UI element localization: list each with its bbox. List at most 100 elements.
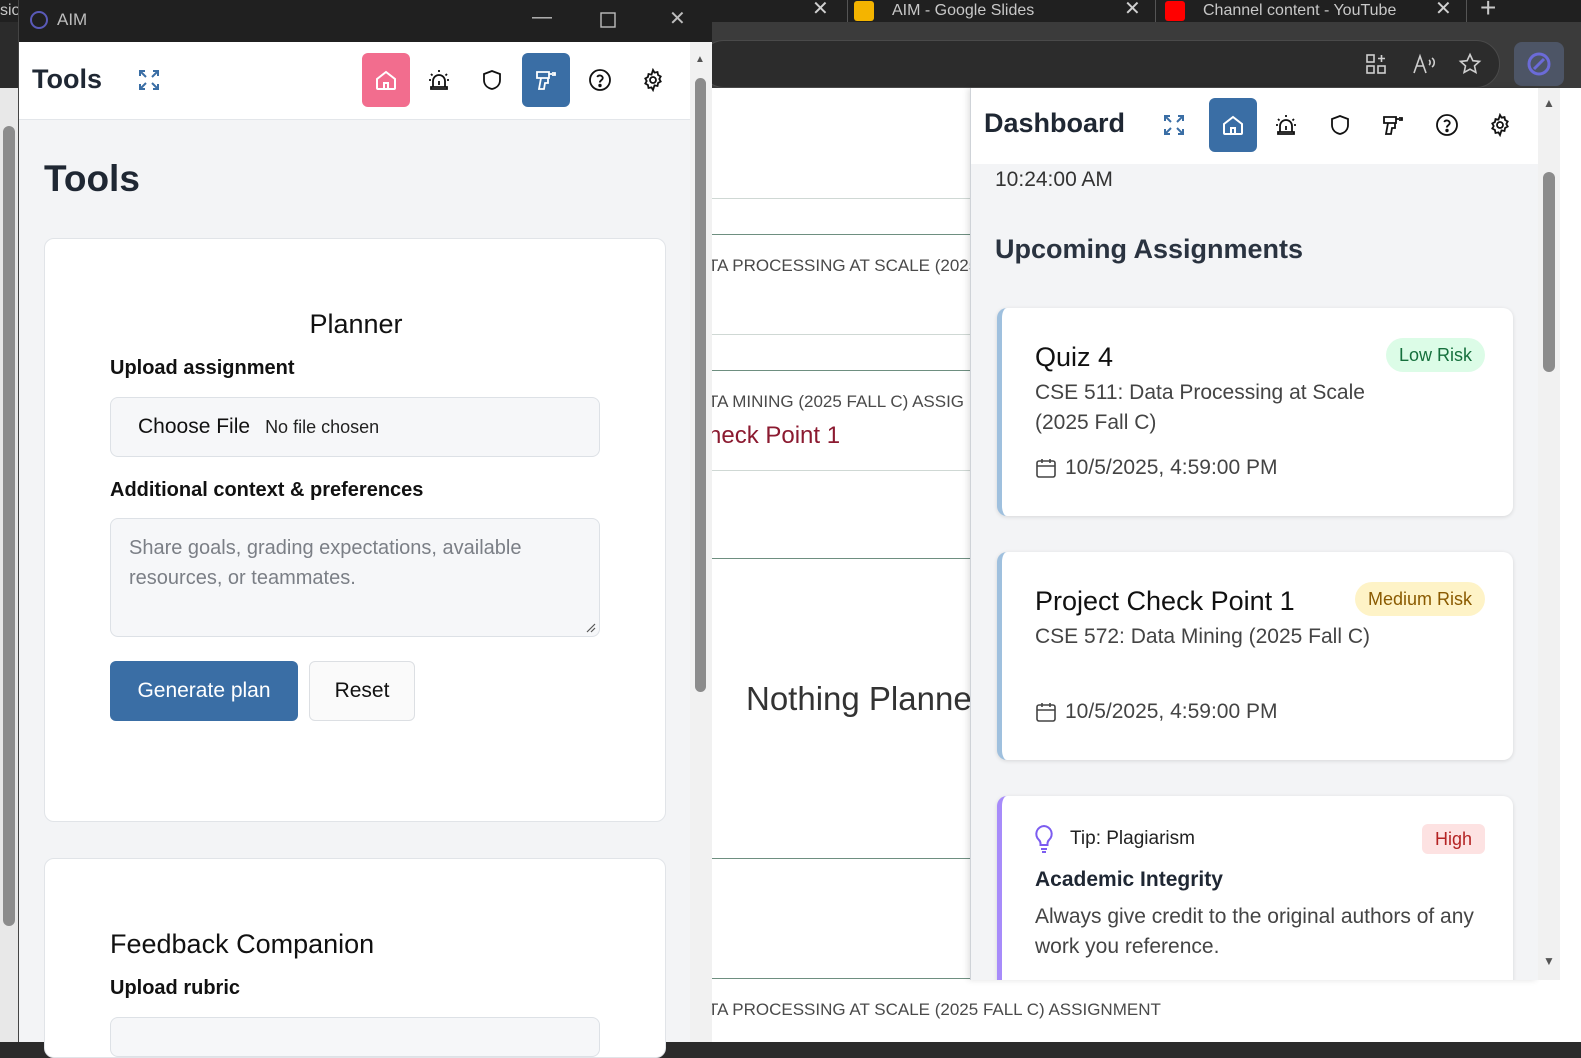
shield-icon [1331,115,1349,135]
close-icon[interactable]: ✕ [1435,0,1452,21]
planner-card: Planner Upload assignment Choose File No… [44,238,666,822]
window-titlebar[interactable]: AIM — ✕ [19,0,712,42]
home-button[interactable] [362,53,410,107]
assignment-due: 10/5/2025, 4:59:00 PM [1035,456,1278,480]
assignment-link[interactable]: heck Point 1 [708,422,840,450]
divider [700,858,970,859]
divider [700,198,970,199]
settings-button[interactable] [1476,98,1524,152]
close-icon[interactable]: ✕ [1124,0,1141,21]
tab-label: Channel content - YouTube [1203,2,1397,19]
help-button[interactable] [576,53,624,107]
address-bar-area [700,22,1581,88]
course-row-text: TA PROCESSING AT SCALE (2025 FALL C) ASS… [708,1000,1161,1019]
due-date: 10/5/2025, 4:59:00 PM [1065,456,1278,479]
tip-header: Tip: Plagiarism [1032,824,1195,854]
tab-google-slides[interactable]: AIM - Google Slides ✕ [854,0,1144,22]
file-status: No file chosen [265,416,380,437]
scroll-up-icon[interactable]: ▲ [695,54,705,65]
drill-icon [1383,116,1403,135]
alerts-button[interactable] [415,53,463,107]
settings-button[interactable] [629,53,677,107]
choose-file-button[interactable]: Choose File [138,415,250,439]
page-edge [1560,88,1581,1042]
calendar-icon [1036,703,1056,722]
dashboard-header: Dashboard [971,88,1538,164]
alerts-button[interactable] [1262,98,1310,152]
feedback-title: Feedback Companion [110,929,375,959]
header-title: Tools [32,64,102,94]
lightbulb-icon [1035,824,1053,853]
assignment-title: Project Check Point 1 [1035,586,1295,616]
reset-button[interactable]: Reset [309,661,415,721]
assignment-due: 10/5/2025, 4:59:00 PM [1035,700,1278,724]
page-scrollbar[interactable] [0,88,18,1042]
tab-youtube[interactable]: Channel content - YouTube ✕ [1165,0,1455,22]
scrollbar-thumb[interactable] [695,78,706,692]
window-title: AIM [57,10,88,29]
integrity-button[interactable] [1316,98,1364,152]
new-tab-button[interactable]: + [1480,0,1497,23]
tab-divider [1466,0,1467,22]
divider [700,234,970,235]
scrollbar-thumb[interactable] [3,126,15,926]
course-row-text: TA MINING (2025 FALL C) ASSIG [708,392,965,411]
window-close-icon[interactable]: ✕ [669,6,686,31]
assignment-card[interactable]: Quiz 4 Low Risk CSE 511: Data Processing… [997,308,1513,516]
siren-icon [429,70,449,90]
divider [700,370,970,371]
upload-assignment-label: Upload assignment [110,357,295,379]
gear-icon [644,68,662,92]
maximize-icon[interactable] [600,6,616,28]
home-icon [376,70,396,90]
app-logo-icon [30,11,48,29]
tab-divider [847,0,848,22]
help-icon [1436,114,1458,136]
google-slides-icon [854,1,874,21]
expand-icon[interactable] [137,68,161,92]
tools-button[interactable] [522,53,570,107]
divider [700,470,970,471]
dashboard-scrollbar[interactable]: ▲ ▼ [1538,88,1560,980]
gear-icon [1491,113,1509,137]
severity-badge: High [1421,824,1485,854]
current-time: 10:24:00 AM [995,168,1113,191]
split-screen-icon[interactable] [1364,52,1388,76]
shield-icon [483,70,501,90]
scroll-down-icon[interactable]: ▼ [1543,954,1555,968]
extension-button[interactable] [1514,42,1564,86]
close-icon[interactable]: ✕ [812,0,829,21]
tip-card[interactable]: Tip: Plagiarism High Academic Integrity … [997,796,1513,980]
home-button[interactable] [1209,98,1257,152]
favorite-star-icon[interactable] [1458,52,1482,76]
minimize-icon[interactable]: — [532,6,552,29]
generate-plan-button[interactable]: Generate plan [110,661,298,721]
resize-grip-icon[interactable] [584,621,596,633]
read-aloud-icon[interactable] [1412,52,1438,76]
tip-body: Always give credit to the original autho… [1035,905,1474,958]
calendar-icon [1036,459,1056,478]
header-title: Dashboard [984,108,1126,138]
assignment-card[interactable]: Project Check Point 1 Medium Risk CSE 57… [997,552,1513,760]
assignment-file-input[interactable]: Choose File No file chosen [110,397,600,457]
course-row-text: TA PROCESSING AT SCALE (2025 [708,256,979,275]
section-title: Upcoming Assignments [995,234,1304,264]
help-icon [589,69,611,91]
tools-header: Tools [19,42,690,120]
tools-scrollbar[interactable]: ▲ [690,42,712,1042]
rubric-file-input[interactable] [110,1017,600,1057]
tab-label: AIM - Google Slides [892,2,1035,19]
planner-title: Planner [309,309,403,339]
dashboard-panel: Dashboard 10:24:00 AM Upcoming Assignmen… [970,88,1538,980]
help-button[interactable] [1423,98,1471,152]
tip-title: Academic Integrity [1035,868,1223,891]
context-textarea[interactable]: Share goals, grading expectations, avail… [110,518,600,637]
tools-button[interactable] [1369,98,1417,152]
home-icon [1223,115,1243,135]
integrity-button[interactable] [468,53,516,107]
scroll-up-icon[interactable]: ▲ [1543,96,1555,110]
scrollbar-thumb[interactable] [1543,172,1555,372]
plus-icon: + [1480,0,1497,23]
due-date: 10/5/2025, 4:59:00 PM [1065,700,1278,723]
expand-icon[interactable] [1162,113,1186,137]
